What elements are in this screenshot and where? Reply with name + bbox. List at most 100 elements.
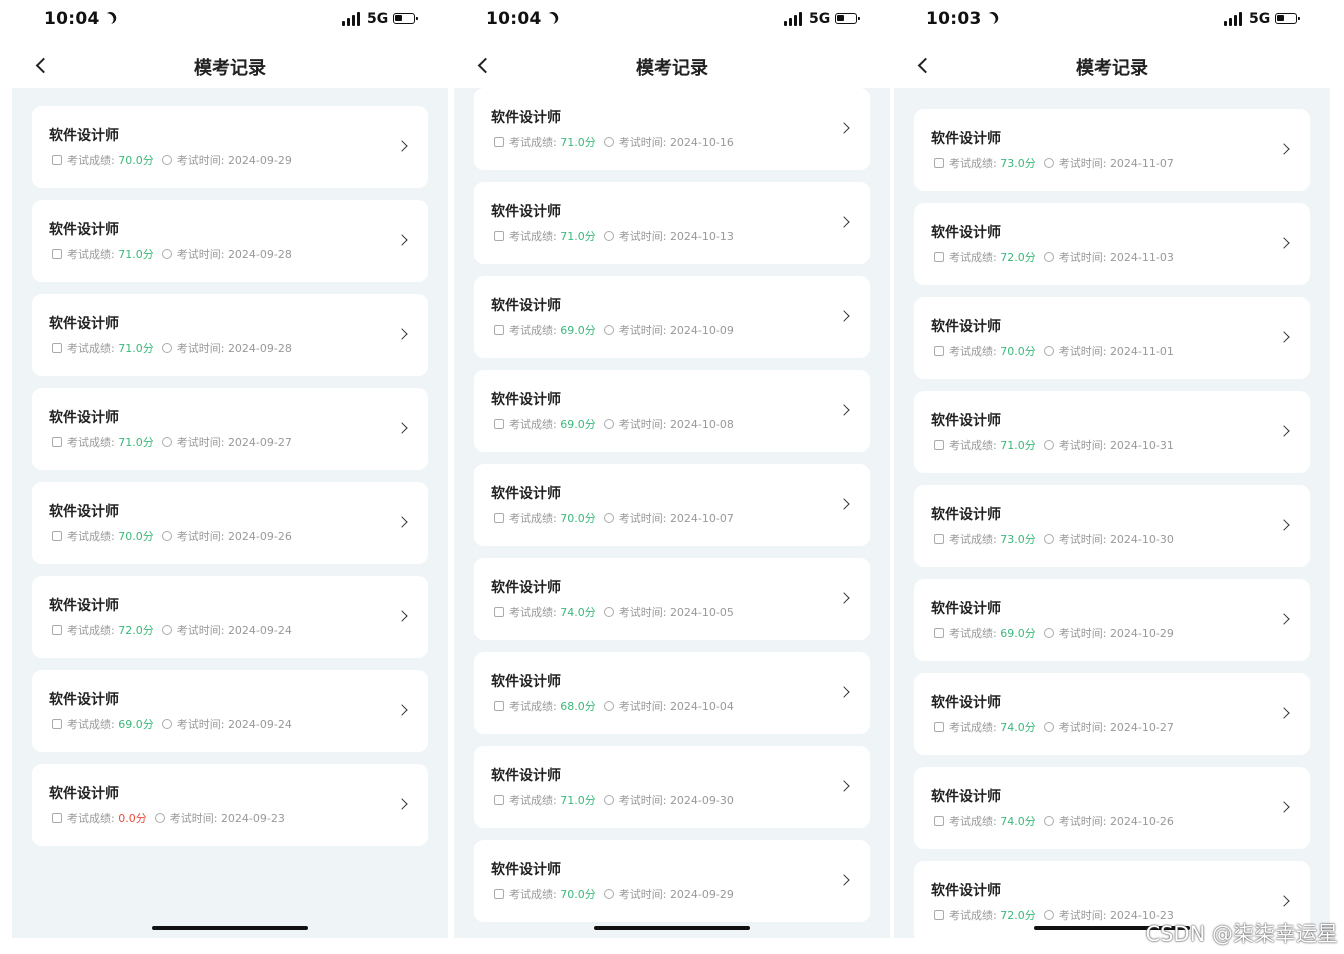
clock-icon xyxy=(161,343,172,353)
score-label: 考试成绩: xyxy=(949,533,997,546)
moon-icon xyxy=(544,10,560,26)
chevron-right-icon xyxy=(838,122,850,134)
exam-date: 2024-10-13 xyxy=(669,230,734,243)
exam-date: 2024-09-24 xyxy=(227,624,292,637)
exam-date: 2024-10-04 xyxy=(669,700,734,713)
record-card[interactable]: 软件设计师考试成绩: 70.0分 考试时间: 2024-10-07 xyxy=(474,464,870,546)
exam-name: 软件设计师 xyxy=(491,110,561,126)
record-card[interactable]: 软件设计师 考试成绩: 74.0分 考试时间: 2024-10-05 xyxy=(474,558,870,640)
record-card[interactable]: 软件设计师 考试成绩: 69.0分 考试时间: 2024-09-24 xyxy=(32,670,428,752)
record-card[interactable]: 软件设计师 考试成绩: 74.0分 考试时间: 2024-10-26 xyxy=(914,767,1310,849)
exam-name: 软件设计师 xyxy=(931,413,1001,429)
record-card[interactable]: 软件设计师 考试成绩: 69.0分 考试时间: 2024-10-09 xyxy=(474,276,870,358)
clock-icon xyxy=(1043,722,1054,732)
record-card[interactable]: 软件设计师 考试成绩: 71.0分 考试时间: 2024-10-13 xyxy=(474,182,870,264)
exam-name: 软件设计师 xyxy=(491,392,561,408)
phone-screen-1: 10:04 5G 模考记录 软件设计师 考试成绩: 70.0分 考试时间: 2024-09… xyxy=(12,0,448,938)
exam-date: 2024-09-28 xyxy=(227,248,292,261)
record-card[interactable]: 软件设计师 考试成绩: 70.0分 考试时间: 2024-09-26 xyxy=(32,482,428,564)
score-value: 72.0分 xyxy=(118,624,154,637)
record-card[interactable]: 软件设计师考试成绩: 71.0分 考试时间: 2024-09-28 xyxy=(32,200,428,282)
exam-date: 2024-11-07 xyxy=(1109,157,1174,170)
record-card[interactable]: 软件设计师 考试成绩: 73.0分 考试时间: 2024-10-30 xyxy=(914,485,1310,567)
record-meta: 考试成绩: 70.0分 考试时间: 2024-10-07 xyxy=(494,510,734,526)
time-label: 考试时间: xyxy=(176,624,225,637)
record-card[interactable]: 软件设计师考试成绩: 71.0分 考试时间: 2024-10-16 xyxy=(474,88,870,170)
phone-screen-2: 10:04 5G 模考记录 软件设计师 考试成绩: 71.0分 考试时间: 2024-10… xyxy=(454,0,890,938)
exam-name: 软件设计师 xyxy=(49,598,119,614)
record-meta: 考试成绩: 73.0分 考试时间: 2024-11-07 xyxy=(934,155,1174,171)
exam-date: 2024-09-29 xyxy=(669,888,734,901)
record-list[interactable]: 软件设计师 考试成绩: 70.0分 考试时间: 2024-09-29 软件设计师 考试成… xyxy=(12,88,448,938)
exam-name: 软件设计师 xyxy=(491,486,561,502)
record-card[interactable]: 软件设计师 考试成绩: 70.0分 考试时间: 2024-11-01 xyxy=(914,297,1310,379)
record-card[interactable]: 软件设计师 考试成绩: 73.0分 考试时间: 2024-11-07 xyxy=(914,109,1310,191)
time-label: 考试时间: xyxy=(1058,345,1107,358)
record-meta: 考试成绩: 71.0分 考试时间: 2024-09-28 xyxy=(52,246,292,262)
record-card[interactable]: 软件设计师 考试成绩: 69.0分 考试时间: 2024-10-08 xyxy=(474,370,870,452)
score-label: 考试成绩: xyxy=(509,418,557,431)
score-label: 考试成绩: xyxy=(67,624,115,637)
record-card[interactable]: 软件设计师 考试成绩: 71.0分 考试时间: 2024-10-31 xyxy=(914,391,1310,473)
score-value: 0.0分 xyxy=(118,812,147,825)
time-label: 考试时间: xyxy=(618,606,667,619)
record-card[interactable]: 软件设计师 考试成绩: 71.0分 考试时间: 2024-09-27 xyxy=(32,388,428,470)
score-icon xyxy=(934,628,944,638)
score-label: 考试成绩: xyxy=(949,439,997,452)
score-icon xyxy=(934,252,944,262)
time-label: 考试时间: xyxy=(1058,909,1107,922)
clock-icon xyxy=(1043,440,1054,450)
chevron-right-icon xyxy=(838,874,850,886)
record-card[interactable]: 软件设计师考试成绩: 71.0分 考试时间: 2024-09-28 xyxy=(32,294,428,376)
record-meta: 考试成绩: 72.0分 考试时间: 2024-11-03 xyxy=(934,249,1174,265)
record-list[interactable]: 软件设计师 考试成绩: 71.0分 考试时间: 2024-10-16 软件设计师 考试成… xyxy=(454,88,890,938)
score-icon xyxy=(494,513,504,523)
record-card[interactable]: 软件设计师考试成绩: 72.0分 考试时间: 2024-09-24 xyxy=(32,576,428,658)
score-value: 69.0分 xyxy=(560,324,596,337)
record-card[interactable]: 软件设计师 考试成绩: 70.0分 考试时间: 2024-09-29 xyxy=(474,840,870,922)
exam-date: 2024-11-03 xyxy=(1109,251,1174,264)
record-card[interactable]: 软件设计师 考试成绩: 68.0分 考试时间: 2024-10-04 xyxy=(474,652,870,734)
record-card[interactable]: 软件设计师 考试成绩: 0.0分 考试时间: 2024-09-23 xyxy=(32,764,428,846)
score-icon xyxy=(934,910,944,920)
network-label: 5G xyxy=(367,11,389,27)
exam-date: 2024-09-30 xyxy=(669,794,734,807)
record-card[interactable]: 软件设计师 考试成绩: 69.0分 考试时间: 2024-10-29 xyxy=(914,579,1310,661)
exam-date: 2024-09-23 xyxy=(220,812,285,825)
exam-name: 软件设计师 xyxy=(49,222,119,238)
status-time: 10:03 xyxy=(926,9,996,29)
clock-icon xyxy=(154,813,165,823)
record-meta: 考试成绩: 71.0分 考试时间: 2024-10-16 xyxy=(494,134,734,150)
exam-name: 软件设计师 xyxy=(491,298,561,314)
exam-name: 软件设计师 xyxy=(49,316,119,332)
time-label: 考试时间: xyxy=(176,718,225,731)
score-value: 74.0分 xyxy=(1000,815,1036,828)
record-card[interactable]: 软件设计师 考试成绩: 74.0分 考试时间: 2024-10-27 xyxy=(914,673,1310,755)
record-card[interactable]: 软件设计师考试成绩: 72.0分 考试时间: 2024-11-03 xyxy=(914,203,1310,285)
clock-icon xyxy=(603,513,614,523)
record-meta: 考试成绩: 72.0分 考试时间: 2024-09-24 xyxy=(52,622,292,638)
record-meta: 考试成绩: 70.0分 考试时间: 2024-09-26 xyxy=(52,528,292,544)
score-label: 考试成绩: xyxy=(509,700,557,713)
record-card[interactable]: 软件设计师 考试成绩: 70.0分 考试时间: 2024-09-29 xyxy=(32,106,428,188)
record-meta: 考试成绩: 69.0分 考试时间: 2024-10-29 xyxy=(934,625,1174,641)
clock-icon xyxy=(603,795,614,805)
score-label: 考试成绩: xyxy=(949,627,997,640)
record-meta: 考试成绩: 71.0分 考试时间: 2024-09-28 xyxy=(52,340,292,356)
chevron-right-icon xyxy=(396,704,408,716)
exam-date: 2024-10-16 xyxy=(669,136,734,149)
record-card[interactable]: 软件设计师 考试成绩: 71.0分 考试时间: 2024-09-30 xyxy=(474,746,870,828)
exam-date: 2024-09-29 xyxy=(227,154,292,167)
score-label: 考试成绩: xyxy=(949,251,997,264)
record-meta: 考试成绩: 74.0分 考试时间: 2024-10-27 xyxy=(934,719,1174,735)
record-list[interactable]: 软件设计师 考试成绩: 73.0分 考试时间: 2024-11-07 软件设计师 考试成… xyxy=(894,88,1330,938)
exam-name: 软件设计师 xyxy=(49,786,119,802)
score-label: 考试成绩: xyxy=(67,530,115,543)
clock-icon xyxy=(1043,628,1054,638)
record-meta: 考试成绩: 70.0分 考试时间: 2024-09-29 xyxy=(52,152,292,168)
score-label: 考试成绩: xyxy=(949,345,997,358)
chevron-right-icon xyxy=(396,140,408,152)
record-meta: 考试成绩: 72.0分 考试时间: 2024-10-23 xyxy=(934,907,1174,923)
exam-name: 软件设计师 xyxy=(931,225,1001,241)
time-label: 考试时间: xyxy=(618,888,667,901)
